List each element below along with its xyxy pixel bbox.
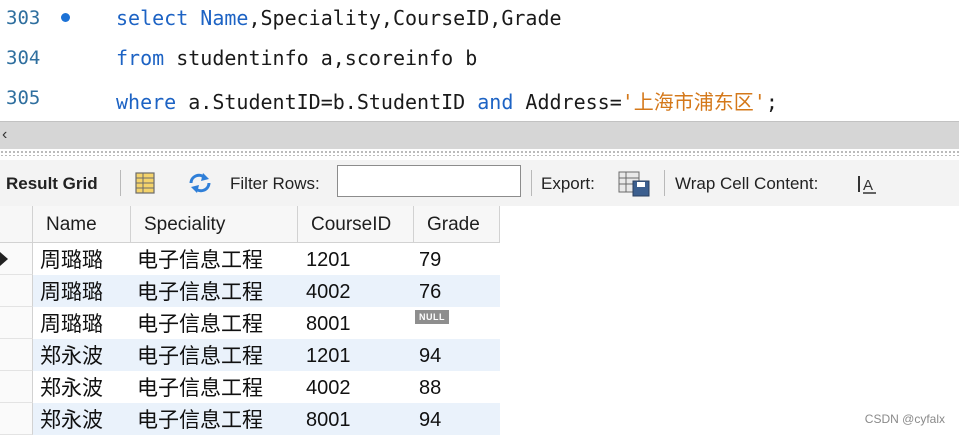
row-selector[interactable]	[0, 307, 33, 339]
editor-line-304[interactable]: 304 from studentinfo a,scoreinfo b	[0, 40, 959, 80]
table-row[interactable]: 周璐璐 电子信息工程 8001 NULL	[0, 307, 500, 339]
line-number: 304	[6, 47, 41, 69]
column-header-speciality[interactable]: Speciality	[131, 206, 298, 243]
wrap-cell-icon[interactable]: A	[856, 173, 880, 195]
cell-grade[interactable]: 94	[419, 339, 441, 371]
cell-name[interactable]: 周璐璐	[40, 243, 103, 275]
line-number: 305	[6, 87, 41, 109]
cell-speciality[interactable]: 电子信息工程	[137, 243, 263, 275]
sql-text: ;	[765, 90, 778, 114]
row-selector[interactable]	[0, 243, 33, 275]
cell-courseid[interactable]: 1201	[306, 243, 351, 275]
export-icon[interactable]	[617, 169, 651, 197]
refresh-icon[interactable]	[185, 171, 215, 195]
splitter-grip[interactable]	[0, 150, 959, 156]
cell-grade[interactable]: 94	[419, 403, 441, 435]
cell-speciality[interactable]: 电子信息工程	[137, 371, 263, 403]
svg-text:A: A	[863, 177, 873, 194]
sql-editor[interactable]: 303 select Name,Speciality,CourseID,Grad…	[0, 0, 959, 120]
table-row[interactable]: 郑永波 电子信息工程 1201 94	[0, 339, 500, 371]
panel-splitter[interactable]: ‹	[0, 121, 959, 149]
export-label: Export:	[541, 174, 595, 193]
cell-courseid[interactable]: 4002	[306, 275, 351, 307]
cell-courseid[interactable]: 8001	[306, 403, 351, 435]
cell-courseid[interactable]: 4002	[306, 371, 351, 403]
cell-name[interactable]: 郑永波	[40, 403, 103, 435]
sql-text: Address=	[513, 90, 622, 114]
cell-speciality[interactable]: 电子信息工程	[137, 403, 263, 435]
filter-rows-input[interactable]	[337, 165, 521, 197]
cell-grade[interactable]: 79	[419, 243, 441, 275]
toolbar-divider	[531, 170, 532, 196]
cell-name[interactable]: 周璐璐	[40, 275, 103, 307]
editor-line-303[interactable]: 303 select Name,Speciality,CourseID,Grad…	[0, 0, 959, 40]
table-row[interactable]: 郑永波 电子信息工程 8001 94	[0, 403, 500, 435]
cell-courseid[interactable]: 1201	[306, 339, 351, 371]
wrap-cell-content-label: Wrap Cell Content:	[675, 174, 819, 193]
cell-grade[interactable]: 88	[419, 371, 441, 403]
line-number: 303	[6, 7, 41, 29]
cell-speciality[interactable]: 电子信息工程	[137, 339, 263, 371]
sql-keyword: Name	[200, 6, 249, 30]
sql-text: studentinfo a,scoreinfo b	[164, 46, 478, 70]
result-toolbar: Result Grid Filter Rows: Export: Wrap Ce…	[0, 160, 959, 206]
sql-keyword: and	[477, 90, 514, 114]
sql-text: ,Speciality,CourseID,Grade	[248, 6, 562, 30]
watermark: CSDN @cyfalx	[864, 412, 945, 426]
row-selector[interactable]	[0, 371, 33, 403]
cell-grade[interactable]: NULL	[415, 310, 449, 324]
column-header-name[interactable]: Name	[33, 206, 131, 243]
cell-name[interactable]: 郑永波	[40, 339, 103, 371]
grid-view-icon[interactable]	[133, 171, 157, 195]
toolbar-divider	[664, 170, 665, 196]
row-header-corner[interactable]	[0, 206, 33, 243]
row-selector[interactable]	[0, 275, 33, 307]
cell-courseid[interactable]: 8001	[306, 307, 351, 339]
toolbar-divider	[120, 170, 121, 196]
scroll-left-icon[interactable]: ‹	[2, 126, 7, 144]
column-header-courseid[interactable]: CourseID	[298, 206, 414, 243]
table-row[interactable]: 周璐璐 电子信息工程 4002 76	[0, 275, 500, 307]
sql-keyword: select	[116, 6, 189, 30]
cell-grade[interactable]: 76	[419, 275, 441, 307]
row-selector[interactable]	[0, 403, 33, 435]
code-text[interactable]: select Name,Speciality,CourseID,Grade	[116, 6, 562, 30]
sql-text: a.StudentID=b.StudentID	[176, 90, 478, 114]
code-text[interactable]: from studentinfo a,scoreinfo b	[116, 46, 477, 70]
cell-speciality[interactable]: 电子信息工程	[137, 307, 263, 339]
cell-speciality[interactable]: 电子信息工程	[137, 275, 263, 307]
breakpoint-dot-icon[interactable]	[61, 13, 70, 22]
table-row[interactable]: 郑永波 电子信息工程 4002 88	[0, 371, 500, 403]
filter-rows-label: Filter Rows:	[230, 174, 320, 193]
table-row[interactable]: 周璐璐 电子信息工程 1201 79	[0, 243, 500, 275]
cell-name[interactable]: 郑永波	[40, 371, 103, 403]
sql-string: '上海市浦东区'	[621, 90, 766, 114]
sql-keyword: from	[116, 46, 165, 70]
sql-keyword: where	[116, 90, 177, 114]
row-selector[interactable]	[0, 339, 33, 371]
code-text[interactable]: where a.StudentID=b.StudentID and Addres…	[116, 86, 778, 115]
column-header-grade[interactable]: Grade	[414, 206, 500, 243]
current-row-arrow-icon	[0, 252, 8, 266]
cell-name[interactable]: 周璐璐	[40, 307, 103, 339]
result-grid-label[interactable]: Result Grid	[6, 174, 98, 194]
editor-line-305[interactable]: 305 where a.StudentID=b.StudentID and Ad…	[0, 80, 959, 120]
